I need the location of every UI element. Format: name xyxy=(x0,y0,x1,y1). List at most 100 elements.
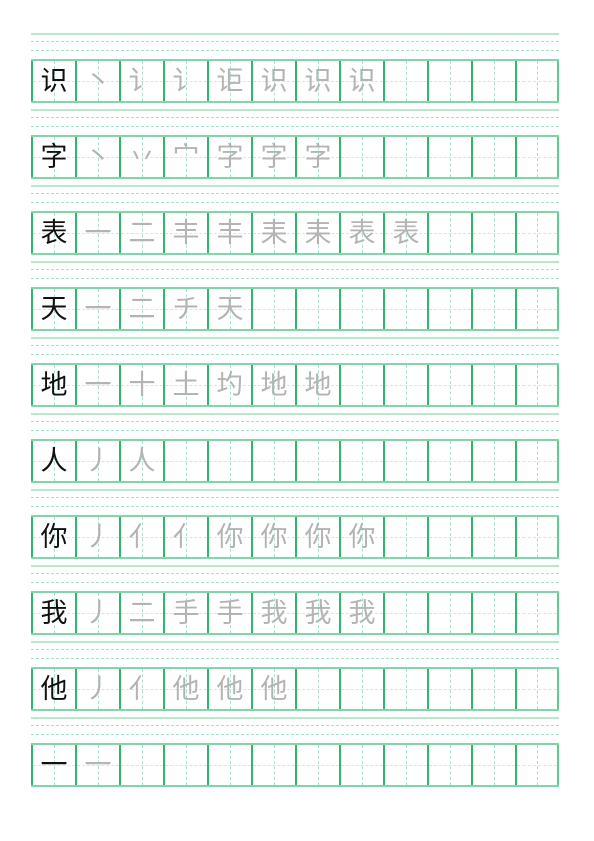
blank-practice-cell[interactable] xyxy=(383,593,427,633)
blank-practice-cell[interactable] xyxy=(471,365,515,405)
stroke-order-cell[interactable]: 他 xyxy=(251,669,295,709)
blank-practice-cell[interactable] xyxy=(295,669,339,709)
blank-practice-cell[interactable] xyxy=(251,745,295,785)
stroke-order-cell[interactable]: 手 xyxy=(207,593,251,633)
blank-practice-cell[interactable] xyxy=(383,745,427,785)
blank-practice-cell[interactable] xyxy=(295,441,339,481)
blank-practice-cell[interactable] xyxy=(339,441,383,481)
blank-practice-cell[interactable] xyxy=(471,213,515,253)
stroke-order-cell[interactable]: 丿 xyxy=(75,441,119,481)
stroke-order-cell[interactable]: 一 xyxy=(75,365,119,405)
blank-practice-cell[interactable] xyxy=(427,669,471,709)
stroke-order-cell[interactable]: 你 xyxy=(207,517,251,557)
stroke-order-cell[interactable]: チ xyxy=(163,289,207,329)
stroke-order-cell[interactable]: 亻 xyxy=(163,517,207,557)
stroke-order-cell[interactable]: 亻 xyxy=(119,669,163,709)
blank-practice-cell[interactable] xyxy=(427,289,471,329)
stroke-order-cell[interactable]: 一 xyxy=(75,213,119,253)
stroke-order-cell[interactable]: 识 xyxy=(295,61,339,101)
stroke-order-cell[interactable]: 人 xyxy=(119,441,163,481)
blank-practice-cell[interactable] xyxy=(515,745,559,785)
stroke-order-cell[interactable]: 表 xyxy=(383,213,427,253)
stroke-order-cell[interactable]: 一 xyxy=(75,289,119,329)
blank-practice-cell[interactable] xyxy=(515,517,559,557)
stroke-order-cell[interactable]: 十 xyxy=(119,365,163,405)
blank-practice-cell[interactable] xyxy=(515,365,559,405)
blank-practice-cell[interactable] xyxy=(339,289,383,329)
blank-practice-cell[interactable] xyxy=(383,61,427,101)
stroke-order-cell[interactable]: 一 xyxy=(75,745,119,785)
blank-practice-cell[interactable] xyxy=(471,137,515,177)
blank-practice-cell[interactable] xyxy=(427,365,471,405)
stroke-order-cell[interactable]: 丶 xyxy=(75,137,119,177)
stroke-order-cell[interactable]: 丿 xyxy=(75,517,119,557)
blank-practice-cell[interactable] xyxy=(471,745,515,785)
blank-practice-cell[interactable] xyxy=(251,289,295,329)
blank-practice-cell[interactable] xyxy=(163,441,207,481)
blank-practice-cell[interactable] xyxy=(515,213,559,253)
blank-practice-cell[interactable] xyxy=(471,441,515,481)
stroke-order-cell[interactable]: 宀 xyxy=(163,137,207,177)
blank-practice-cell[interactable] xyxy=(207,441,251,481)
blank-practice-cell[interactable] xyxy=(383,137,427,177)
blank-practice-cell[interactable] xyxy=(427,213,471,253)
stroke-order-cell[interactable]: 他 xyxy=(163,669,207,709)
blank-practice-cell[interactable] xyxy=(515,289,559,329)
stroke-order-cell[interactable]: 丿 xyxy=(75,593,119,633)
blank-practice-cell[interactable] xyxy=(515,669,559,709)
blank-practice-cell[interactable] xyxy=(515,137,559,177)
stroke-order-cell[interactable]: 地 xyxy=(251,365,295,405)
blank-practice-cell[interactable] xyxy=(515,61,559,101)
stroke-order-cell[interactable]: 他 xyxy=(207,669,251,709)
stroke-order-cell[interactable]: 天 xyxy=(207,289,251,329)
stroke-order-cell[interactable]: 我 xyxy=(295,593,339,633)
stroke-order-cell[interactable]: 我 xyxy=(251,593,295,633)
stroke-order-cell[interactable]: 字 xyxy=(251,137,295,177)
stroke-order-cell[interactable]: 识 xyxy=(251,61,295,101)
stroke-order-cell[interactable]: 丰 xyxy=(163,213,207,253)
blank-practice-cell[interactable] xyxy=(471,517,515,557)
blank-practice-cell[interactable] xyxy=(383,365,427,405)
stroke-order-cell[interactable]: 耒 xyxy=(251,213,295,253)
stroke-order-cell[interactable]: 土 xyxy=(163,365,207,405)
stroke-order-cell[interactable]: 字 xyxy=(207,137,251,177)
stroke-order-cell[interactable]: 亻 xyxy=(119,517,163,557)
blank-practice-cell[interactable] xyxy=(383,669,427,709)
stroke-order-cell[interactable]: 丰 xyxy=(207,213,251,253)
blank-practice-cell[interactable] xyxy=(427,593,471,633)
stroke-order-cell[interactable]: 识 xyxy=(339,61,383,101)
blank-practice-cell[interactable] xyxy=(471,669,515,709)
stroke-order-cell[interactable]: 你 xyxy=(295,517,339,557)
blank-practice-cell[interactable] xyxy=(295,289,339,329)
blank-practice-cell[interactable] xyxy=(295,745,339,785)
stroke-order-cell[interactable]: 丶 xyxy=(75,61,119,101)
stroke-order-cell[interactable]: 我 xyxy=(339,593,383,633)
blank-practice-cell[interactable] xyxy=(427,745,471,785)
blank-practice-cell[interactable] xyxy=(427,137,471,177)
blank-practice-cell[interactable] xyxy=(427,517,471,557)
blank-practice-cell[interactable] xyxy=(515,593,559,633)
stroke-order-cell[interactable]: 手 xyxy=(163,593,207,633)
stroke-order-cell[interactable]: 二 xyxy=(119,289,163,329)
stroke-order-cell[interactable]: 二 xyxy=(119,593,163,633)
stroke-order-cell[interactable]: 圴 xyxy=(207,365,251,405)
stroke-order-cell[interactable]: 讠 xyxy=(119,61,163,101)
blank-practice-cell[interactable] xyxy=(471,61,515,101)
blank-practice-cell[interactable] xyxy=(119,745,163,785)
blank-practice-cell[interactable] xyxy=(427,441,471,481)
stroke-order-cell[interactable]: 丷 xyxy=(119,137,163,177)
blank-practice-cell[interactable] xyxy=(163,745,207,785)
blank-practice-cell[interactable] xyxy=(251,441,295,481)
stroke-order-cell[interactable]: 你 xyxy=(251,517,295,557)
blank-practice-cell[interactable] xyxy=(383,289,427,329)
stroke-order-cell[interactable]: 你 xyxy=(339,517,383,557)
blank-practice-cell[interactable] xyxy=(339,365,383,405)
blank-practice-cell[interactable] xyxy=(207,745,251,785)
stroke-order-cell[interactable]: 讠 xyxy=(163,61,207,101)
blank-practice-cell[interactable] xyxy=(471,593,515,633)
stroke-order-cell[interactable]: 丿 xyxy=(75,669,119,709)
stroke-order-cell[interactable]: 表 xyxy=(339,213,383,253)
blank-practice-cell[interactable] xyxy=(515,441,559,481)
blank-practice-cell[interactable] xyxy=(383,517,427,557)
blank-practice-cell[interactable] xyxy=(339,137,383,177)
